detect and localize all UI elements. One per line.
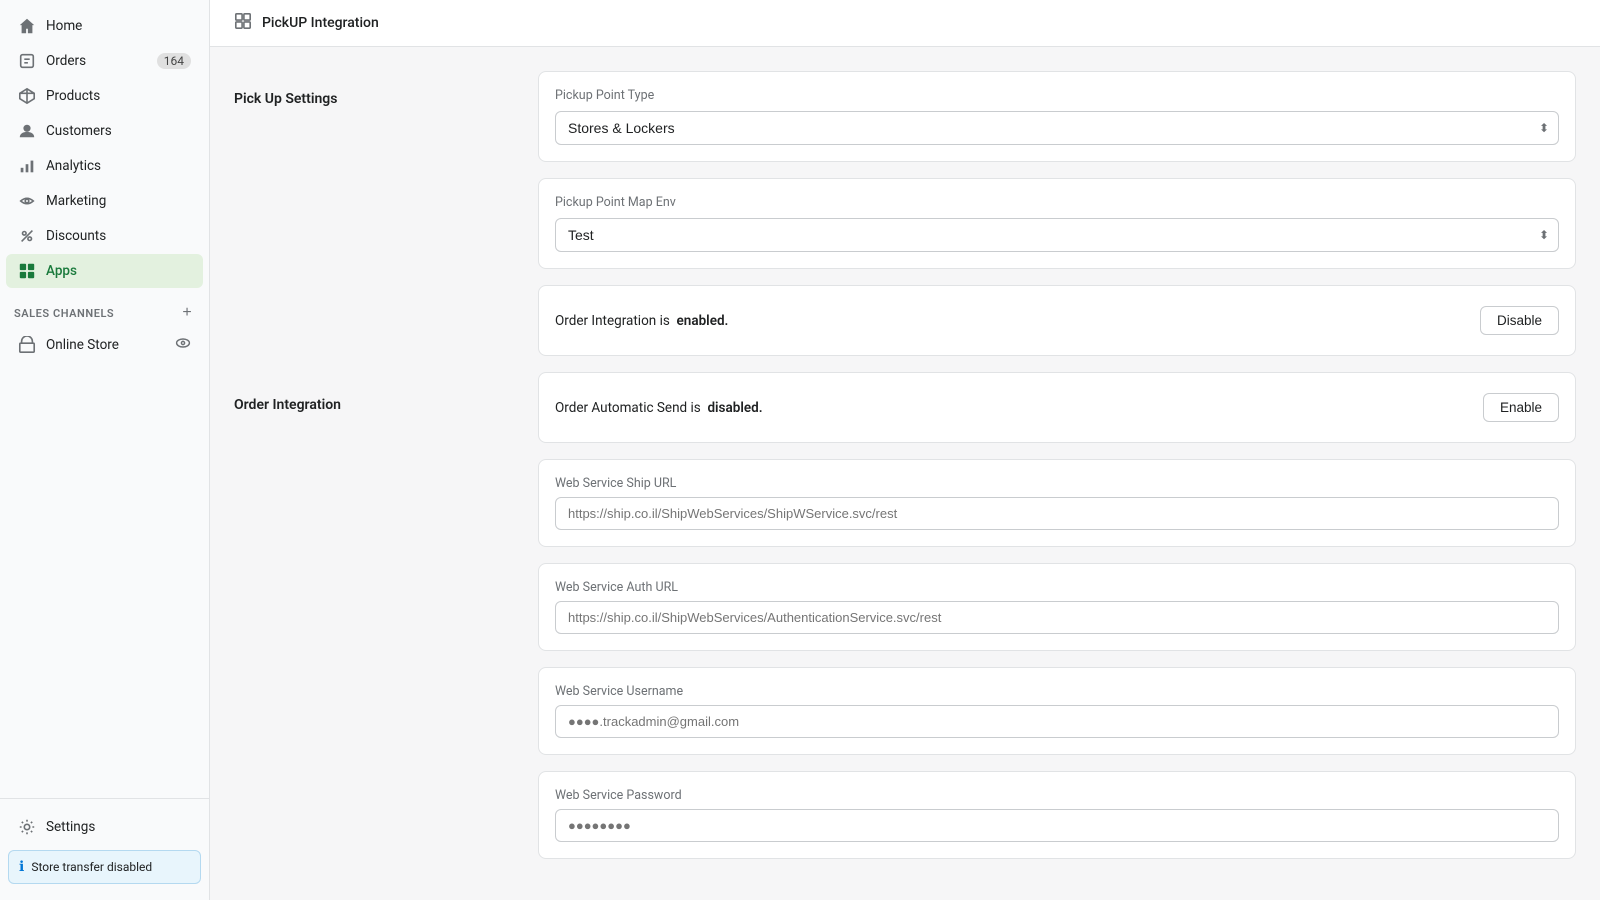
products-icon — [18, 87, 36, 105]
sidebar: Home Orders 164 Products Customers — [0, 0, 210, 900]
sidebar-item-home[interactable]: Home — [6, 9, 203, 43]
sidebar-home-label: Home — [46, 18, 82, 34]
page-title: PickUP Integration — [262, 15, 379, 31]
discounts-icon — [18, 227, 36, 245]
pickup-point-map-env-card: Pickup Point Map Env Test Production ⬍ — [538, 178, 1576, 269]
web-service-username-card: Web Service Username — [538, 667, 1576, 755]
sales-channels-header: SALES CHANNELS + — [0, 289, 209, 327]
pickup-section-label: Pick Up Settings — [234, 91, 514, 107]
order-integration-status-text: Order Integration is enabled. — [555, 313, 728, 329]
sidebar-item-online-store[interactable]: Online Store — [6, 328, 203, 361]
sidebar-marketing-label: Marketing — [46, 193, 106, 209]
online-store-visibility-button[interactable] — [175, 335, 191, 354]
store-transfer-notice: ℹ Store transfer disabled — [8, 850, 201, 884]
web-service-ship-url-label: Web Service Ship URL — [555, 476, 1559, 491]
web-service-password-card: Web Service Password — [538, 771, 1576, 859]
orders-icon — [18, 52, 36, 70]
sidebar-item-marketing[interactable]: Marketing — [6, 184, 203, 218]
order-auto-send-status-text: Order Automatic Send is disabled. — [555, 400, 763, 416]
breadcrumb-icon — [234, 12, 252, 34]
pickup-point-type-wrapper: Stores & Lockers Stores Lockers ⬍ — [555, 111, 1559, 145]
order-auto-send-status-row: Order Automatic Send is disabled. Enable — [555, 389, 1559, 426]
web-service-password-label: Web Service Password — [555, 788, 1559, 803]
orders-badge: 164 — [157, 53, 191, 69]
sales-channels-label: SALES CHANNELS — [14, 307, 114, 320]
info-icon: ℹ — [19, 859, 24, 875]
content-area: Pick Up Settings Order Integration Picku… — [210, 47, 1600, 900]
web-service-ship-url-input[interactable] — [555, 497, 1559, 530]
order-integration-prefix: Order Integration is — [555, 313, 670, 329]
sidebar-item-discounts[interactable]: Discounts — [6, 219, 203, 253]
sidebar-item-customers[interactable]: Customers — [6, 114, 203, 148]
web-service-password-input[interactable] — [555, 809, 1559, 842]
sidebar-orders-label: Orders — [46, 53, 86, 69]
enable-order-auto-send-button[interactable]: Enable — [1483, 393, 1559, 422]
sidebar-settings-label: Settings — [46, 819, 95, 835]
web-service-auth-url-input[interactable] — [555, 601, 1559, 634]
home-icon — [18, 17, 36, 35]
sidebar-apps-label: Apps — [46, 263, 77, 279]
sidebar-products-label: Products — [46, 88, 100, 104]
marketing-icon — [18, 192, 36, 210]
sidebar-item-apps[interactable]: Apps — [6, 254, 203, 288]
web-service-auth-url-label: Web Service Auth URL — [555, 580, 1559, 595]
sidebar-discounts-label: Discounts — [46, 228, 106, 244]
settings-icon — [18, 818, 36, 836]
pickup-point-type-card: Pickup Point Type Stores & Lockers Store… — [538, 71, 1576, 162]
sidebar-item-settings[interactable]: Settings — [6, 810, 203, 844]
order-auto-send-status-value: disabled. — [707, 400, 762, 416]
sidebar-item-analytics[interactable]: Analytics — [6, 149, 203, 183]
disable-order-integration-button[interactable]: Disable — [1480, 306, 1559, 335]
online-store-label: Online Store — [46, 337, 119, 353]
sidebar-item-orders[interactable]: Orders 164 — [6, 44, 203, 78]
add-sales-channel-button[interactable]: + — [177, 303, 197, 323]
order-auto-send-prefix: Order Automatic Send is — [555, 400, 701, 416]
page-header: PickUP Integration — [210, 0, 1600, 47]
store-icon — [18, 336, 36, 354]
pickup-point-type-select[interactable]: Stores & Lockers Stores Lockers — [555, 111, 1559, 145]
analytics-icon — [18, 157, 36, 175]
web-service-username-label: Web Service Username — [555, 684, 1559, 699]
main-content: PickUP Integration Pick Up Settings Orde… — [210, 0, 1600, 900]
sidebar-analytics-label: Analytics — [46, 158, 101, 174]
pickup-point-type-label: Pickup Point Type — [555, 88, 1559, 103]
order-auto-send-card: Order Automatic Send is disabled. Enable — [538, 372, 1576, 443]
order-integration-status-row: Order Integration is enabled. Disable — [555, 302, 1559, 339]
web-service-ship-url-card: Web Service Ship URL — [538, 459, 1576, 547]
web-service-auth-url-card: Web Service Auth URL — [538, 563, 1576, 651]
content-right: Pickup Point Type Stores & Lockers Store… — [538, 71, 1576, 876]
pickup-point-map-env-wrapper: Test Production ⬍ — [555, 218, 1559, 252]
sidebar-footer: Settings ℹ Store transfer disabled — [0, 798, 209, 900]
sidebar-item-products[interactable]: Products — [6, 79, 203, 113]
order-integration-status-card: Order Integration is enabled. Disable — [538, 285, 1576, 356]
apps-icon — [18, 262, 36, 280]
content-left: Pick Up Settings Order Integration — [234, 71, 514, 876]
order-integration-status-value: enabled. — [677, 313, 729, 329]
order-integration-section-label: Order Integration — [234, 397, 514, 413]
pickup-point-map-env-label: Pickup Point Map Env — [555, 195, 1559, 210]
sidebar-navigation: Home Orders 164 Products Customers — [0, 0, 209, 798]
web-service-username-input[interactable] — [555, 705, 1559, 738]
pickup-point-map-env-select[interactable]: Test Production — [555, 218, 1559, 252]
store-transfer-label: Store transfer disabled — [31, 860, 152, 874]
sidebar-customers-label: Customers — [46, 123, 112, 139]
customers-icon — [18, 122, 36, 140]
